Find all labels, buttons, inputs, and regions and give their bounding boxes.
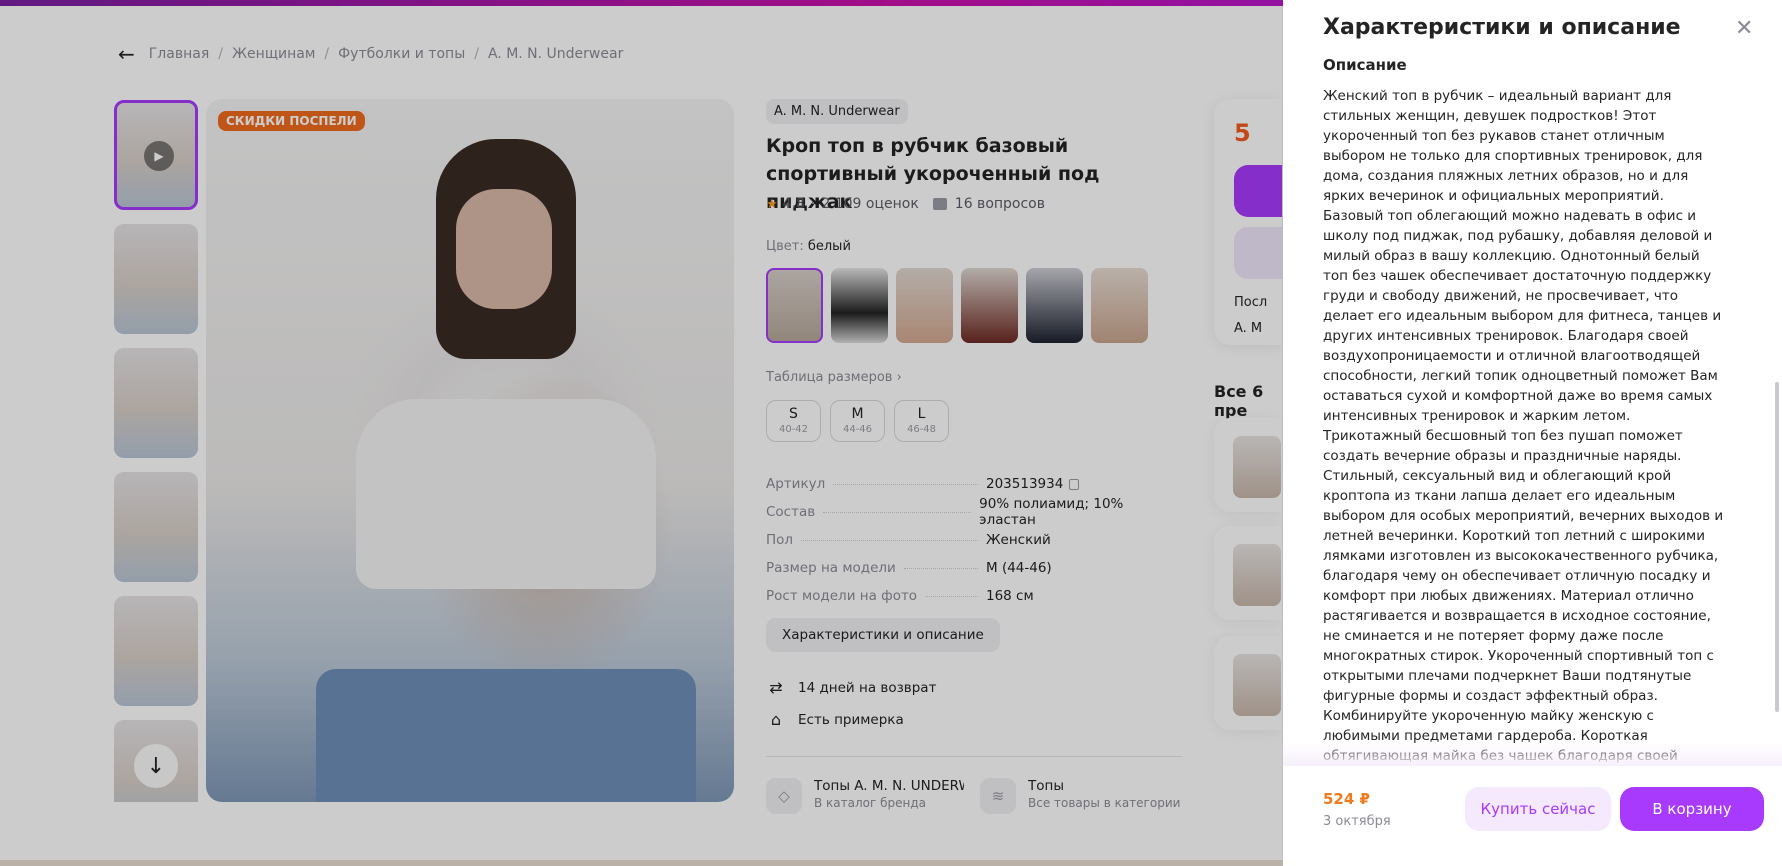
characteristics-drawer: Характеристики и описание ✕ Описание Жен…: [1283, 0, 1782, 866]
drawer-title: Характеристики и описание: [1323, 15, 1681, 40]
scrollbar[interactable]: [1775, 382, 1779, 712]
scroll-fade: [1283, 742, 1782, 766]
modal-backdrop[interactable]: [0, 0, 1283, 866]
description-text: Женский топ в рубчик – идеальный вариант…: [1323, 88, 1724, 764]
drawer-subheading: Описание: [1323, 56, 1407, 72]
drawer-footer: 524 ₽ 3 октября Купить сейчас В корзину: [1283, 766, 1782, 866]
footer-price: 524 ₽: [1323, 790, 1370, 808]
buy-now-button[interactable]: Купить сейчас: [1465, 787, 1611, 831]
close-icon[interactable]: ✕: [1735, 16, 1753, 41]
add-to-cart-button[interactable]: В корзину: [1620, 787, 1764, 831]
footer-delivery-date: 3 октября: [1323, 814, 1391, 829]
